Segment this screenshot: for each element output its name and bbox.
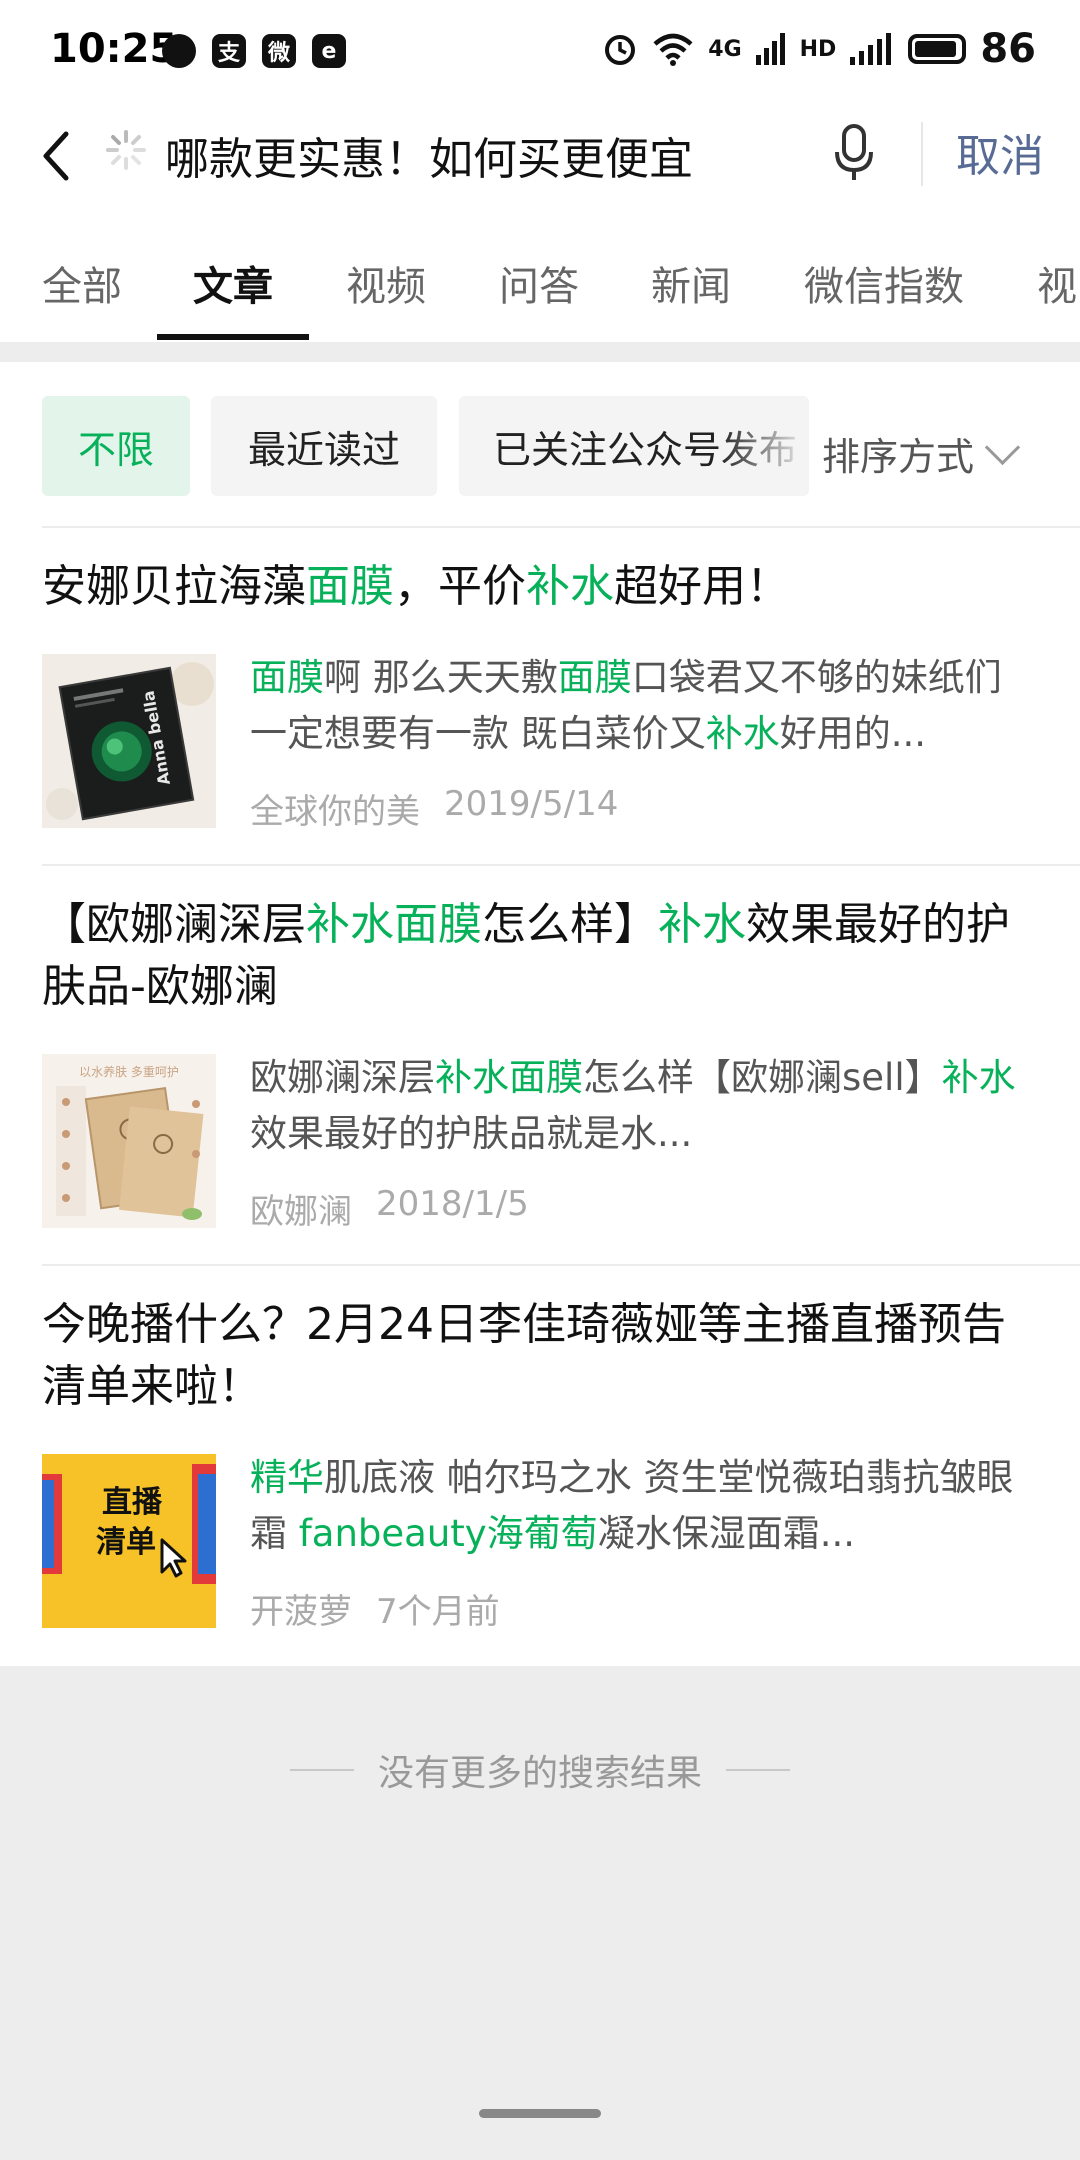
result-type-tabs: 全部 文章 视频 问答 新闻 微信指数 视 — [0, 214, 1080, 342]
signal-icon-2 — [850, 33, 892, 65]
livestream-list-image: 直播 清单 — [42, 1454, 216, 1628]
active-tab-indicator — [157, 334, 309, 340]
text-segment: 啊 那么天天敷 — [324, 656, 558, 699]
highlighted-keyword: 面膜 — [250, 656, 324, 699]
tab-videos[interactable]: 视频 — [346, 254, 426, 312]
chevron-down-icon — [984, 429, 1021, 466]
highlighted-keyword: 补水 — [526, 561, 614, 612]
filter-chip-recently-read[interactable]: 最近读过 — [211, 396, 437, 496]
status-right: 4G HD 86 — [602, 26, 1036, 72]
tab-wechat-index[interactable]: 微信指数 — [804, 254, 964, 312]
highlighted-keyword: 补水 — [941, 1056, 1016, 1099]
text-segment: 【欧娜澜深层 — [42, 899, 306, 950]
text-segment: 超好用！ — [614, 561, 790, 612]
thumb-line-1: 直播 — [102, 1485, 163, 1520]
tab-articles[interactable]: 文章 — [193, 254, 273, 312]
highlighted-keyword: 面膜 — [557, 656, 632, 699]
result-snippet: 精华肌底液 帕尔玛之水 资生堂悦薇珀翡抗皱眼霜 fanbeauty海葡萄凝水保湿… — [250, 1450, 1040, 1562]
back-icon[interactable] — [30, 120, 86, 192]
result-date: 7个月前 — [376, 1592, 500, 1632]
thumb-line-2: 清单 — [96, 1525, 156, 1560]
highlighted-keyword: fanbeauty海葡萄 — [298, 1512, 598, 1555]
result-meta: 全球你的美 2019/5/14 — [250, 784, 618, 833]
search-bar-divider — [921, 122, 923, 186]
microphone-icon[interactable] — [832, 118, 876, 188]
result-card[interactable]: 安娜贝拉海藻面膜，平价补水超好用！ Anna bella 面膜啊 那么天天敷面膜… — [0, 526, 1080, 864]
section-gap — [0, 342, 1080, 362]
tab-more[interactable]: 视 — [1037, 254, 1077, 312]
signal-icon — [755, 33, 785, 65]
result-title: 【欧娜澜深层补水面膜怎么样】补水效果最好的护肤品-欧娜澜 — [42, 894, 1042, 1018]
hd-label: HD — [799, 36, 837, 62]
chat-bubble-icon — [162, 34, 196, 68]
search-bar: 取消 — [0, 100, 1080, 216]
divider-line — [289, 1769, 354, 1771]
filter-bar: 不限 最近读过 已关注公众号发布 排序方式 — [0, 396, 1080, 496]
results-panel: 不限 最近读过 已关注公众号发布 排序方式 安娜贝拉海藻面膜，平价补水超好用！ — [0, 362, 1080, 1666]
cancel-button[interactable]: 取消 — [956, 120, 1044, 184]
search-input[interactable] — [165, 120, 725, 190]
home-indicator[interactable] — [479, 2109, 601, 2118]
thumb-slogan-text: 以水养肤 多重呵护 — [79, 1064, 179, 1079]
filter-chip-followed-accounts[interactable]: 已关注公众号发布 — [459, 396, 809, 496]
text-segment: 效果最好的护肤品就是水... — [250, 1112, 693, 1155]
result-source[interactable]: 全球你的美 — [250, 784, 420, 833]
battery-icon — [908, 34, 967, 64]
sort-label: 排序方式 — [822, 435, 975, 479]
result-meta: 开菠萝 7个月前 — [250, 1584, 500, 1633]
notification-icons: 支 微 e — [162, 34, 346, 68]
status-bar: 10:25 支 微 e 4G HD 86 — [0, 0, 1080, 100]
wifi-icon — [653, 33, 693, 66]
sort-dropdown[interactable]: 排序方式 — [816, 426, 1021, 481]
result-title: 安娜贝拉海藻面膜，平价补水超好用！ — [42, 556, 1042, 618]
text-segment: ，平价 — [394, 561, 526, 612]
result-date: 2019/5/14 — [444, 784, 619, 824]
result-thumbnail: Anna bella — [42, 654, 216, 828]
alipay-icon: 支 — [212, 34, 246, 68]
no-more-results-label: 没有更多的搜索结果 — [377, 1753, 702, 1794]
highlighted-keyword: 面膜 — [306, 561, 394, 612]
text-segment: 凝水保湿面霜... — [597, 1512, 855, 1555]
weibo-icon: 微 — [262, 34, 296, 68]
text-segment: 今晚播什么？2月24日李佳琦薇娅等主播直播预告清单来啦！ — [42, 1299, 1006, 1412]
network-type-label: 4G — [708, 36, 742, 62]
filter-chip-any[interactable]: 不限 — [42, 396, 190, 496]
divider-line — [726, 1769, 790, 1771]
battery-level: 86 — [980, 26, 1036, 72]
tab-all[interactable]: 全部 — [42, 254, 122, 312]
text-segment: 怎么样【欧娜澜sell】 — [583, 1056, 942, 1099]
highlighted-keyword: 补水面膜 — [435, 1056, 583, 1099]
text-segment: 好用的... — [779, 712, 927, 755]
highlighted-keyword: 补水 — [658, 899, 746, 950]
result-meta: 欧娜澜 2018/1/5 — [250, 1184, 529, 1233]
result-snippet: 欧娜澜深层补水面膜怎么样【欧娜澜sell】补水效果最好的护肤品就是水... — [250, 1050, 1040, 1162]
result-title: 今晚播什么？2月24日李佳琦薇娅等主播直播预告清单来啦！ — [42, 1294, 1042, 1418]
highlighted-keyword: 补水 — [705, 712, 780, 755]
loading-spinner-icon — [106, 130, 146, 170]
result-thumbnail: 以水养肤 多重呵护 — [42, 1054, 216, 1228]
text-segment: 怎么样】 — [482, 899, 658, 950]
result-source[interactable]: 欧娜澜 — [250, 1184, 352, 1233]
highlighted-keyword: 精华 — [250, 1456, 324, 1499]
chip-fade-overlay — [719, 396, 809, 496]
tab-news[interactable]: 新闻 — [651, 254, 731, 312]
alarm-icon — [605, 35, 636, 65]
result-snippet: 面膜啊 那么天天敷面膜口袋君又不够的妹纸们 一定想要有一款 既白菜价又补水好用的… — [250, 650, 1040, 762]
highlighted-keyword: 补水面膜 — [306, 899, 482, 950]
face-mask-product-image: 以水养肤 多重呵护 — [42, 1054, 216, 1228]
text-segment: 安娜贝拉海藻 — [42, 561, 306, 612]
result-card[interactable]: 【欧娜澜深层补水面膜怎么样】补水效果最好的护肤品-欧娜澜 以水养肤 多重呵护 欧… — [0, 864, 1080, 1264]
no-more-results: 没有更多的搜索结果 — [0, 1744, 1080, 1796]
result-thumbnail: 直播 清单 — [42, 1454, 216, 1628]
tab-qa[interactable]: 问答 — [499, 254, 579, 312]
browser-icon: e — [312, 34, 346, 68]
result-date: 2018/1/5 — [376, 1184, 529, 1224]
annabella-product-image: Anna bella — [42, 654, 216, 828]
status-time: 10:25 — [50, 26, 178, 72]
text-segment: 欧娜澜深层 — [250, 1056, 435, 1099]
result-source[interactable]: 开菠萝 — [250, 1584, 352, 1633]
result-card[interactable]: 今晚播什么？2月24日李佳琦薇娅等主播直播预告清单来啦！ 直播 清单 精华肌底液… — [0, 1264, 1080, 1666]
